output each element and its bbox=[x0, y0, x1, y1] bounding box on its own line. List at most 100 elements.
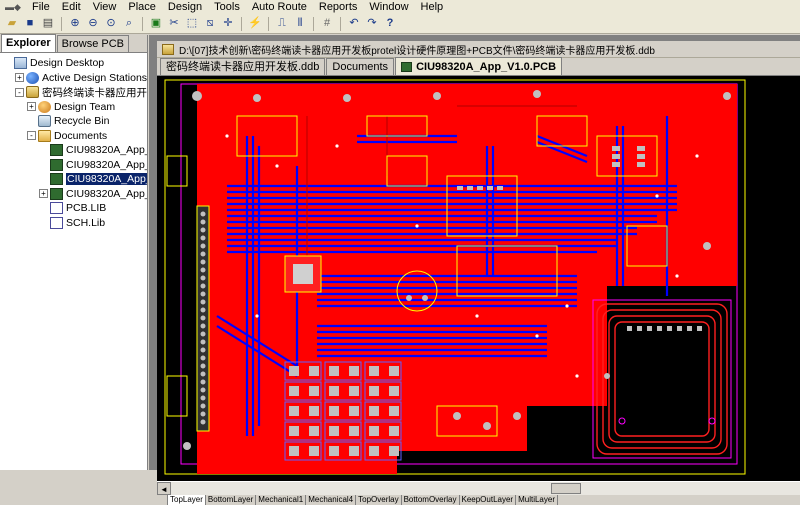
tab-label: CIU98320A_App_V1.0.PCB bbox=[416, 60, 557, 73]
pcb-board[interactable] bbox=[157, 76, 800, 481]
app-menu-icon[interactable]: ▬◆ bbox=[0, 0, 26, 14]
collapse-icon[interactable]: - bbox=[27, 131, 36, 141]
zoom-in-icon[interactable]: ⊕ bbox=[67, 16, 83, 32]
tab-browse-pcb[interactable]: Browse PCB bbox=[56, 35, 129, 52]
antenna-outline bbox=[592, 299, 732, 459]
card-reader-pads bbox=[627, 326, 702, 331]
layer-tab-mechanical1[interactable]: Mechanical1 bbox=[255, 495, 307, 505]
menu-auto-route[interactable]: Auto Route bbox=[246, 0, 313, 14]
redo-icon[interactable]: ↷ bbox=[364, 16, 380, 32]
document-area: D:\[07]技术创新\密码终端读卡器应用开发板protel设计硬件原理图+PC… bbox=[149, 35, 800, 505]
layer-tab-multilayer[interactable]: MultiLayer bbox=[515, 495, 558, 505]
document-tabs: 密码终端读卡器应用开发板.ddb Documents CIU98320A_App… bbox=[157, 57, 800, 76]
folder-icon bbox=[38, 129, 51, 142]
expand-icon[interactable]: + bbox=[15, 73, 24, 83]
layer-tab-topoverlay[interactable]: TopOverlay bbox=[355, 495, 402, 505]
tree-item-label: Documents bbox=[54, 129, 108, 142]
zoom-out-icon[interactable]: ⊖ bbox=[85, 16, 101, 32]
menu-place[interactable]: Place bbox=[122, 0, 162, 14]
tree-item[interactable]: SCH.Lib bbox=[0, 216, 147, 231]
tree-item-label: CIU98320A_App_V1. bbox=[66, 158, 147, 171]
crystal-pad bbox=[422, 295, 428, 301]
pcb-document-icon bbox=[50, 158, 63, 171]
deselect-icon[interactable]: ⧅ bbox=[202, 16, 218, 32]
tab-pcb[interactable]: CIU98320A_App_V1.0.PCB bbox=[395, 57, 563, 75]
place-wire-icon[interactable]: ⎍ bbox=[274, 16, 290, 32]
open-folder-icon[interactable]: ▰ bbox=[4, 16, 20, 32]
tree-item-label: Design Team bbox=[54, 100, 116, 113]
document-path: D:\[07]技术创新\密码终端读卡器应用开发板protel设计硬件原理图+PC… bbox=[179, 45, 655, 57]
project-tree: Design Desktop + Active Design Stations - 密码… bbox=[0, 53, 147, 230]
pcb-canvas[interactable] bbox=[157, 76, 800, 481]
layer-tabs: TopLayer BottomLayer Mechanical1 Mechanical… bbox=[157, 495, 800, 505]
antenna-marker bbox=[708, 417, 716, 425]
layer-tab-bottomoverlay[interactable]: BottomOverlay bbox=[400, 495, 460, 505]
layer-tab-keepoutlayer[interactable]: KeepOutLayer bbox=[458, 495, 517, 505]
print-icon[interactable]: ▤ bbox=[40, 16, 56, 32]
tree-item[interactable]: CIU98320A_App_V1. bbox=[0, 158, 147, 173]
tree-item-label: Active Design Stations bbox=[42, 71, 147, 84]
expand-icon[interactable]: + bbox=[39, 189, 48, 199]
tree-item[interactable]: - 密码终端读卡器应用开发板.d bbox=[0, 85, 147, 100]
toolbar-separator bbox=[340, 16, 341, 31]
menu-tools[interactable]: Tools bbox=[208, 0, 246, 14]
undo-icon[interactable]: ↶ bbox=[346, 16, 362, 32]
tab-ddb[interactable]: 密码终端读卡器应用开发板.ddb bbox=[160, 58, 326, 75]
pcb-document-icon bbox=[50, 144, 63, 157]
tree-item[interactable]: + Active Design Stations bbox=[0, 71, 147, 86]
explorer-panel: Explorer Browse PCB Design Desktop + Activ… bbox=[0, 34, 148, 470]
tree-item-label: CIU98320A_App_V1. bbox=[66, 144, 147, 157]
menu-file[interactable]: File bbox=[26, 0, 56, 14]
tree-item[interactable]: CIU98320A_App_V1. bbox=[0, 143, 147, 158]
globe-icon bbox=[26, 71, 39, 84]
database-icon bbox=[162, 43, 174, 55]
move-icon[interactable]: ✛ bbox=[220, 16, 236, 32]
expand-icon[interactable]: + bbox=[27, 102, 36, 112]
collapse-icon[interactable]: - bbox=[15, 87, 24, 97]
menu-help[interactable]: Help bbox=[415, 0, 450, 14]
tree-item[interactable]: Design Desktop bbox=[0, 56, 147, 71]
menu-bar: ▬◆ File Edit View Place Design Tools Auto Rout… bbox=[0, 0, 800, 14]
scroll-track[interactable] bbox=[171, 482, 800, 495]
scroll-thumb[interactable] bbox=[551, 483, 581, 494]
mcu-pad-center bbox=[293, 264, 313, 284]
menu-design[interactable]: Design bbox=[162, 0, 208, 14]
component-icon[interactable]: ▣ bbox=[148, 16, 164, 32]
tree-item-label: CIU98320A_App_V1. bbox=[66, 173, 147, 186]
tree-item[interactable]: Recycle Bin bbox=[0, 114, 147, 129]
toolbar-separator bbox=[313, 16, 314, 31]
menu-window[interactable]: Window bbox=[363, 0, 414, 14]
menu-edit[interactable]: Edit bbox=[56, 0, 87, 14]
layer-tab-toplayer[interactable]: TopLayer bbox=[167, 495, 206, 505]
tab-explorer[interactable]: Explorer bbox=[1, 34, 56, 52]
menu-view[interactable]: View bbox=[87, 0, 123, 14]
antenna-marker bbox=[618, 417, 626, 425]
toolbar-separator bbox=[142, 16, 143, 31]
cross-probe-icon[interactable]: ⚡ bbox=[247, 16, 263, 32]
tree-item-label: 密码终端读卡器应用开发板.d bbox=[42, 86, 147, 99]
cut-icon[interactable]: ✂ bbox=[166, 16, 182, 32]
toolbar-separator bbox=[61, 16, 62, 31]
tree-item[interactable]: + CIU98320A_App_V1. bbox=[0, 187, 147, 202]
select-icon[interactable]: ⬚ bbox=[184, 16, 200, 32]
zoom-fit-icon[interactable]: ⊙ bbox=[103, 16, 119, 32]
layer-tab-bottomlayer[interactable]: BottomLayer bbox=[204, 495, 257, 505]
zoom-area-icon[interactable]: ⌕ bbox=[121, 16, 137, 32]
tree-item[interactable]: PCB.LIB bbox=[0, 201, 147, 216]
scroll-left-icon[interactable]: ◄ bbox=[157, 482, 171, 495]
grid-icon[interactable]: # bbox=[319, 16, 335, 32]
bus-icon[interactable]: ⫴ bbox=[292, 16, 308, 32]
tree-item[interactable]: + Design Team bbox=[0, 100, 147, 115]
tree-item-label: SCH.Lib bbox=[66, 216, 106, 229]
document-title-bar: D:\[07]技术创新\密码终端读卡器应用开发板protel设计硬件原理图+PC… bbox=[157, 41, 800, 58]
help-icon[interactable]: ? bbox=[382, 16, 398, 32]
horizontal-scrollbar[interactable]: ◄ bbox=[157, 481, 800, 495]
save-icon[interactable]: ■ bbox=[22, 16, 38, 32]
layer-tab-mechanical4[interactable]: Mechanical4 bbox=[305, 495, 357, 505]
tree-item[interactable]: - Documents bbox=[0, 129, 147, 144]
tree-item[interactable]: CIU98320A_App_V1. bbox=[0, 172, 147, 187]
tab-documents[interactable]: Documents bbox=[326, 58, 395, 75]
pcb-document-icon bbox=[50, 187, 63, 200]
toolbar-separator bbox=[268, 16, 269, 31]
menu-reports[interactable]: Reports bbox=[313, 0, 364, 14]
